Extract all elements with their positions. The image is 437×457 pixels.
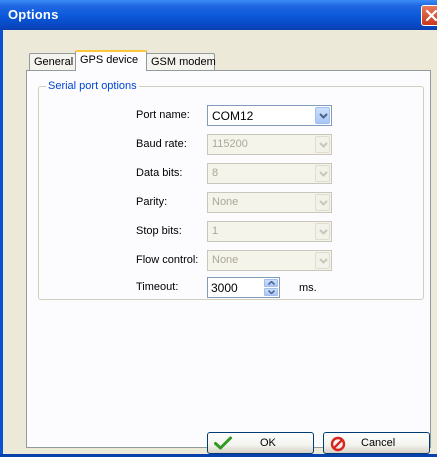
- baud-rate-dropdown-button: [315, 136, 330, 153]
- timeout-value: 3000: [211, 281, 238, 295]
- data-bits-label: Data bits:: [136, 167, 183, 179]
- stop-bits-value: 1: [212, 225, 219, 237]
- flow-control-dropdown-button: [315, 252, 330, 269]
- chevron-down-icon: [319, 229, 328, 235]
- chevron-up-icon: [268, 281, 275, 285]
- data-bits-dropdown-button: [315, 165, 330, 182]
- cancel-button[interactable]: Cancel: [323, 432, 430, 454]
- timeout-increment-button[interactable]: [264, 279, 278, 287]
- options-window: Options General GPS device GSM modem Ser…: [0, 0, 437, 457]
- flow-control-value: None: [212, 254, 239, 266]
- close-button[interactable]: [421, 5, 437, 26]
- window-title: Options: [8, 7, 59, 22]
- cancel-button-label: Cancel: [361, 437, 396, 449]
- tab-general[interactable]: General: [29, 53, 76, 70]
- baud-rate-value: 115200: [212, 138, 248, 150]
- parity-dropdown-button: [315, 194, 330, 211]
- timeout-spinbox[interactable]: 3000: [207, 277, 280, 298]
- chevron-down-icon: [319, 171, 328, 177]
- parity-combo: None: [207, 192, 332, 213]
- timeout-decrement-button[interactable]: [264, 288, 278, 296]
- flow-control-combo: None: [207, 250, 332, 271]
- timeout-spin-buttons: [264, 279, 278, 296]
- stop-bits-dropdown-button: [315, 223, 330, 240]
- dialog-body: General GPS device GSM modem Serial port…: [3, 30, 437, 457]
- data-bits-value: 8: [212, 167, 219, 179]
- chevron-down-icon: [268, 290, 275, 294]
- groupbox-title: Serial port options: [46, 80, 139, 92]
- ok-button[interactable]: OK: [207, 432, 314, 454]
- checkmark-icon: [214, 436, 232, 453]
- data-bits-combo: 8: [207, 163, 332, 184]
- title-bar[interactable]: Options: [0, 0, 437, 30]
- cancel-icon: [330, 436, 346, 455]
- port-name-dropdown-button[interactable]: [315, 107, 330, 124]
- baud-rate-label: Baud rate:: [136, 138, 187, 150]
- close-icon: [425, 9, 437, 22]
- port-name-combo[interactable]: COM12: [207, 105, 332, 126]
- chevron-down-icon: [319, 113, 328, 119]
- chevron-down-icon: [319, 258, 328, 264]
- gps-device-panel: Serial port options Port name: COM12 Bau…: [26, 70, 431, 448]
- chevron-down-icon: [319, 142, 328, 148]
- timeout-label: Timeout:: [136, 281, 179, 293]
- parity-label: Parity:: [136, 196, 168, 208]
- port-name-value: COM12: [212, 109, 254, 123]
- chevron-down-icon: [319, 200, 328, 206]
- parity-value: None: [212, 196, 239, 208]
- ok-button-label: OK: [260, 437, 276, 449]
- tab-gps-device[interactable]: GPS device: [75, 50, 147, 71]
- serial-port-groupbox: Serial port options Port name: COM12 Bau…: [38, 80, 424, 300]
- tab-gsm-modem[interactable]: GSM modem: [146, 53, 216, 70]
- timeout-unit: ms.: [299, 282, 317, 294]
- stop-bits-combo: 1: [207, 221, 332, 242]
- flow-control-label: Flow control:: [136, 254, 199, 266]
- port-name-label: Port name:: [136, 109, 190, 121]
- stop-bits-label: Stop bits:: [136, 225, 182, 237]
- baud-rate-combo: 115200: [207, 134, 332, 155]
